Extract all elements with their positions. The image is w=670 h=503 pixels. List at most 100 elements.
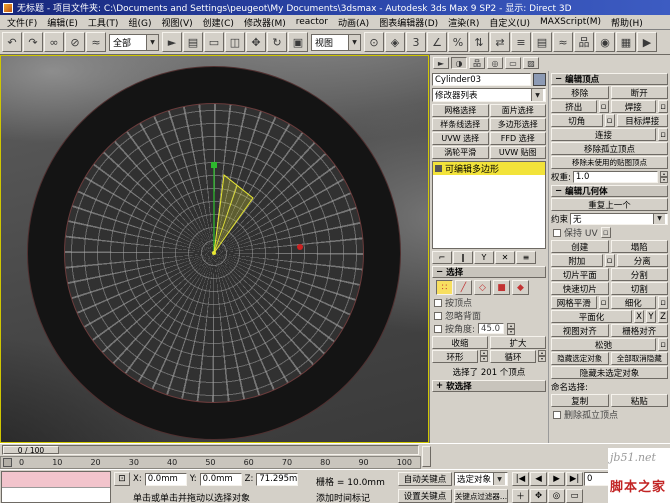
grow-button[interactable]: 扩大: [490, 336, 546, 349]
shrink-button[interactable]: 收缩: [432, 336, 488, 349]
selection-filter-dropdown[interactable]: 全部 ▼: [109, 34, 159, 51]
weld-settings-icon[interactable]: ▫: [658, 100, 668, 113]
mirror-icon[interactable]: ⇄: [490, 32, 510, 52]
time-slider-handle[interactable]: 0 / 100: [3, 446, 59, 454]
msmooth-settings-icon[interactable]: ▫: [599, 296, 609, 309]
attach-button[interactable]: 附加: [551, 254, 603, 267]
weld-button[interactable]: 焊接: [611, 100, 657, 113]
chevron-down-icon[interactable]: ▼: [348, 35, 360, 50]
menu-group[interactable]: 组(G): [123, 15, 156, 30]
view-align-button[interactable]: 视图对齐: [551, 324, 609, 337]
menu-file[interactable]: 文件(F): [2, 15, 42, 30]
planar-z-button[interactable]: Z: [658, 310, 668, 323]
detach-button[interactable]: 分离: [617, 254, 669, 267]
tessellate-settings-icon[interactable]: ▫: [658, 296, 668, 309]
target-weld-button[interactable]: 目标焊接: [617, 114, 669, 127]
preserve-uv-settings-icon[interactable]: ▫: [601, 227, 611, 238]
edit-geometry-rollout-header[interactable]: − 编辑几何体: [551, 185, 668, 197]
chevron-down-icon[interactable]: ▼: [653, 214, 665, 224]
mesh-select-button[interactable]: 网格选择: [432, 104, 489, 117]
window-crossing-icon[interactable]: ◫: [225, 32, 245, 52]
attach-settings-icon[interactable]: ▫: [605, 254, 615, 267]
x-coordinate-field[interactable]: 0.0mm: [145, 473, 187, 486]
perspective-viewport[interactable]: [0, 55, 429, 443]
weight-spinner[interactable]: ▴▾: [660, 171, 668, 183]
collapse-button[interactable]: 塌陷: [611, 240, 669, 253]
by-vertex-checkbox[interactable]: [434, 299, 442, 307]
select-object-icon[interactable]: ►: [162, 32, 182, 52]
select-and-link-icon[interactable]: ∞: [44, 32, 64, 52]
polygon-subobject-icon[interactable]: ■: [493, 280, 510, 295]
chamfer-button[interactable]: 切角: [551, 114, 603, 127]
remove-button[interactable]: 移除: [551, 86, 609, 99]
time-slider-groove[interactable]: 0 / 100: [2, 445, 419, 455]
maximize-viewport-toggle-icon[interactable]: ▭: [566, 489, 583, 503]
grid-align-button[interactable]: 栅格对齐: [611, 324, 669, 337]
modifier-stack[interactable]: 可编辑多边形: [432, 161, 546, 249]
loop-button[interactable]: 循环: [490, 350, 536, 363]
angle-field[interactable]: 45.0: [478, 323, 504, 334]
redo-icon[interactable]: ↷: [23, 32, 43, 52]
select-and-rotate-icon[interactable]: ↻: [267, 32, 287, 52]
selection-rollout-header[interactable]: − 选择: [432, 266, 546, 278]
repeat-last-button[interactable]: 重复上一个: [551, 198, 668, 211]
y-coordinate-field[interactable]: 0.0mm: [200, 473, 242, 486]
spinner-snap-toggle-icon[interactable]: ⇅: [469, 32, 489, 52]
menu-reactor[interactable]: reactor: [291, 16, 333, 28]
snaps-toggle-icon[interactable]: 3: [406, 32, 426, 52]
show-end-result-icon[interactable]: ‖: [453, 251, 473, 264]
connect-button[interactable]: 连接: [551, 128, 656, 141]
planar-y-button[interactable]: Y: [646, 310, 656, 323]
auto-key-button[interactable]: 自动关键点: [398, 472, 452, 486]
select-and-move-icon[interactable]: ✥: [246, 32, 266, 52]
listener-script-line[interactable]: [2, 488, 110, 502]
display-tab-icon[interactable]: ▭: [505, 57, 521, 69]
object-name-field[interactable]: Cylinder03: [432, 73, 531, 86]
element-subobject-icon[interactable]: ◆: [512, 280, 529, 295]
stack-item-editable-poly[interactable]: 可编辑多边形: [433, 162, 545, 175]
maxscript-mini-listener[interactable]: [1, 471, 111, 503]
percent-snap-toggle-icon[interactable]: %: [448, 32, 468, 52]
modify-tab-icon[interactable]: ◑: [451, 57, 467, 69]
trackbar-toggle-icon[interactable]: [422, 446, 431, 467]
preserve-uv-checkbox[interactable]: [553, 229, 561, 237]
slice-plane-button[interactable]: 切片平面: [551, 268, 609, 281]
ring-spinner[interactable]: ▴▾: [480, 350, 488, 363]
hierarchy-tab-icon[interactable]: 品: [469, 57, 485, 69]
motion-tab-icon[interactable]: ◎: [487, 57, 503, 69]
turbosmooth-button[interactable]: 涡轮平滑: [432, 146, 489, 159]
relax-settings-icon[interactable]: ▫: [658, 338, 668, 351]
selection-lock-icon[interactable]: ⊡: [114, 472, 130, 486]
rectangular-selection-region-icon[interactable]: ▭: [204, 32, 224, 52]
align-icon[interactable]: ≡: [511, 32, 531, 52]
border-subobject-icon[interactable]: ◇: [474, 280, 491, 295]
listener-macro-line[interactable]: [2, 472, 110, 488]
chevron-down-icon[interactable]: ▼: [146, 35, 158, 50]
use-pivot-point-center-icon[interactable]: ⊙: [364, 32, 384, 52]
menu-create[interactable]: 创建(C): [198, 15, 239, 30]
tessellate-button[interactable]: 细化: [611, 296, 657, 309]
cut-button[interactable]: 切割: [611, 282, 669, 295]
create-tab-icon[interactable]: ►: [433, 57, 449, 69]
menu-modifiers[interactable]: 修改器(M): [239, 15, 291, 30]
menu-maxscript[interactable]: MAXScript(M): [535, 16, 606, 28]
poly-select-button[interactable]: 多边形选择: [490, 118, 547, 131]
utilities-tab-icon[interactable]: ▨: [523, 57, 539, 69]
split-button[interactable]: 分割: [611, 268, 669, 281]
go-to-start-icon[interactable]: |◀: [512, 472, 529, 486]
delete-isolated-vertices-checkbox[interactable]: [553, 411, 561, 419]
pin-stack-icon[interactable]: ⌐: [432, 251, 452, 264]
track-bar[interactable]: 0 10 20 30 40 50 60 70 80 90 100: [0, 456, 421, 469]
render-setup-icon[interactable]: ▦: [616, 32, 636, 52]
menu-help[interactable]: 帮助(H): [606, 15, 648, 30]
unlink-selection-icon[interactable]: ⊘: [65, 32, 85, 52]
current-frame-marker[interactable]: [3, 458, 12, 467]
spline-select-button[interactable]: 样条线选择: [432, 118, 489, 131]
menu-tools[interactable]: 工具(T): [83, 15, 124, 30]
constraints-dropdown[interactable]: 无 ▼: [570, 213, 668, 225]
make-unique-icon[interactable]: Y: [474, 251, 494, 264]
break-button[interactable]: 断开: [611, 86, 669, 99]
chevron-down-icon[interactable]: ▼: [493, 473, 505, 485]
menu-edit[interactable]: 编辑(E): [42, 15, 83, 30]
make-planar-button[interactable]: 平面化: [551, 310, 632, 323]
